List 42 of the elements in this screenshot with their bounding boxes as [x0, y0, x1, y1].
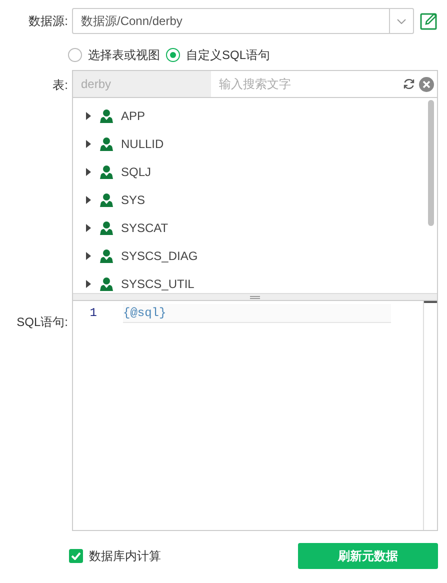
user-icon — [100, 109, 113, 123]
tree-item[interactable]: APP — [73, 102, 428, 130]
radio-label: 选择表或视图 — [88, 47, 160, 64]
datasource-select[interactable]: 数据源/Conn/derby — [72, 8, 414, 34]
chevron-down-icon — [397, 18, 406, 24]
user-icon — [100, 137, 113, 151]
sql-editor[interactable]: 1 {@sql} — [72, 301, 438, 531]
schema-field: derby — [73, 71, 211, 97]
expand-arrow-icon[interactable] — [86, 196, 92, 204]
expand-arrow-icon[interactable] — [86, 224, 92, 232]
tree-item[interactable]: NULLID — [73, 130, 428, 158]
user-icon — [100, 249, 113, 263]
clear-icon[interactable] — [419, 76, 434, 92]
expand-arrow-icon[interactable] — [86, 112, 92, 120]
field-label: 数据源: — [28, 13, 68, 30]
field-label: SQL语句: — [16, 314, 68, 331]
user-icon — [100, 165, 113, 179]
search-field[interactable]: 输入搜索文字 — [211, 71, 403, 97]
scrollbar-thumb[interactable] — [428, 100, 434, 226]
tree-item[interactable]: SYSCAT — [73, 214, 428, 242]
edit-icon[interactable] — [420, 12, 438, 30]
field-label: 表: — [52, 77, 68, 94]
tree-item[interactable]: SYSCS_UTIL — [73, 270, 428, 293]
expand-arrow-icon[interactable] — [86, 252, 92, 260]
user-icon — [100, 277, 113, 291]
expand-arrow-icon[interactable] — [86, 168, 92, 176]
tree-item[interactable]: SYSCS_DIAG — [73, 242, 428, 270]
check-icon — [71, 552, 81, 560]
radio-button[interactable] — [68, 48, 82, 62]
radio-button[interactable] — [166, 48, 180, 62]
expand-arrow-icon[interactable] — [86, 280, 92, 288]
splitter-handle[interactable] — [73, 293, 437, 300]
refresh-icon[interactable] — [403, 78, 415, 90]
tree-item[interactable]: SQLJ — [73, 158, 428, 186]
expand-arrow-icon[interactable] — [86, 140, 92, 148]
checkbox[interactable] — [69, 549, 83, 563]
line-number: 1 — [88, 305, 97, 322]
user-icon — [100, 221, 113, 235]
checkbox-label: 数据库内计算 — [89, 548, 162, 565]
radio-label: 自定义SQL语句 — [186, 47, 270, 64]
tree-item[interactable]: SYS — [73, 186, 428, 214]
user-icon — [100, 193, 113, 207]
